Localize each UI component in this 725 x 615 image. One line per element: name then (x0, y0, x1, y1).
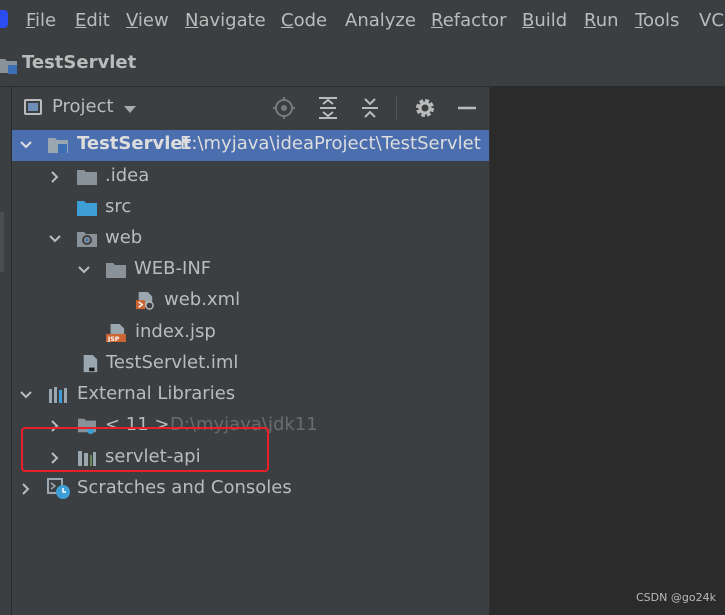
src-folder-label: src (105, 196, 132, 217)
project-module-folder-icon (48, 138, 68, 153)
jsp-file-icon: JSP (106, 324, 126, 342)
menu-analyze[interactable]: Analyze (345, 10, 416, 31)
menu-view[interactable]: View (126, 10, 169, 31)
libraries-icon (49, 387, 67, 403)
folder-icon (106, 263, 126, 278)
editor-area (489, 87, 725, 615)
view-dropdown-chevron-down-icon[interactable] (124, 106, 136, 113)
tree-row-idea[interactable]: .idea (12, 162, 489, 193)
root-project-path: E:\myjava\ideaProject\TestServlet (180, 133, 481, 154)
root-project-name: TestServlet (77, 133, 192, 154)
menu-file[interactable]: File (26, 10, 56, 31)
scratches-clock-icon (47, 478, 70, 499)
project-title[interactable]: TestServlet (22, 52, 136, 73)
source-folder-icon (77, 201, 97, 216)
expand-all-icon[interactable] (316, 96, 340, 120)
tree-row-webinf[interactable]: WEB-INF (12, 255, 489, 286)
chevron-down-icon[interactable] (48, 232, 62, 246)
tree-row-root[interactable]: TestServlet E:\myjava\ideaProject\TestSe… (12, 130, 489, 161)
web-folder-label: web (105, 227, 143, 248)
gear-icon[interactable] (413, 96, 437, 120)
tree-row-web[interactable]: web (12, 224, 489, 255)
project-folder-icon (0, 59, 17, 74)
tree-row-iml[interactable]: TestServlet.iml (12, 349, 489, 380)
xml-file-icon (136, 292, 154, 310)
collapse-all-icon[interactable] (358, 96, 382, 120)
chevron-right-icon[interactable] (48, 170, 62, 184)
webxml-file-label: web.xml (164, 289, 241, 310)
menu-code[interactable]: Code (281, 10, 327, 31)
chevron-right-icon[interactable] (19, 482, 33, 496)
tree-row-external-libraries[interactable]: External Libraries (12, 380, 489, 411)
external-libraries-label: External Libraries (77, 383, 236, 404)
idea-folder-label: .idea (105, 165, 150, 186)
highlight-annotation-box (21, 427, 269, 472)
tree-row-indexjsp[interactable]: JSP index.jsp (12, 318, 489, 349)
left-tool-strip (0, 87, 12, 615)
menu-edit[interactable]: Edit (75, 10, 110, 31)
menu-tools[interactable]: Tools (635, 10, 679, 31)
scratches-label: Scratches and Consoles (77, 477, 292, 498)
menu-navigate[interactable]: Navigate (185, 10, 266, 31)
watermark-text: CSDN @go24k (636, 591, 716, 604)
chevron-down-icon[interactable] (19, 388, 33, 402)
iml-file-icon (83, 355, 98, 373)
tree-row-webxml[interactable]: web.xml (12, 286, 489, 317)
tree-row-src[interactable]: src (12, 193, 489, 224)
svg-text:JSP: JSP (107, 336, 120, 342)
app-logo-icon (0, 10, 8, 28)
webinf-folder-label: WEB-INF (134, 258, 212, 279)
menu-build[interactable]: Build (522, 10, 567, 31)
indexjsp-file-label: index.jsp (135, 321, 216, 342)
project-tool-tab[interactable] (0, 212, 4, 272)
menu-run[interactable]: Run (584, 10, 619, 31)
chevron-down-icon[interactable] (77, 263, 91, 277)
menu-vcs[interactable]: VCS (699, 10, 725, 31)
toolwindow-title[interactable]: Project (52, 96, 114, 117)
hide-minimize-icon[interactable] (455, 96, 479, 120)
menu-bar: File Edit View Navigate Code Analyze Ref… (0, 0, 725, 44)
toolbar-separator (396, 96, 397, 120)
menu-refactor[interactable]: Refactor (431, 10, 507, 31)
iml-file-label: TestServlet.iml (106, 352, 239, 373)
locate-crosshair-icon[interactable] (272, 96, 296, 120)
web-folder-icon (77, 232, 97, 247)
folder-icon (77, 170, 97, 185)
project-toolwindow-header: Project (12, 88, 489, 128)
tree-row-scratches[interactable]: Scratches and Consoles (12, 474, 489, 505)
project-view-icon (24, 99, 42, 115)
chevron-down-icon[interactable] (19, 138, 33, 152)
